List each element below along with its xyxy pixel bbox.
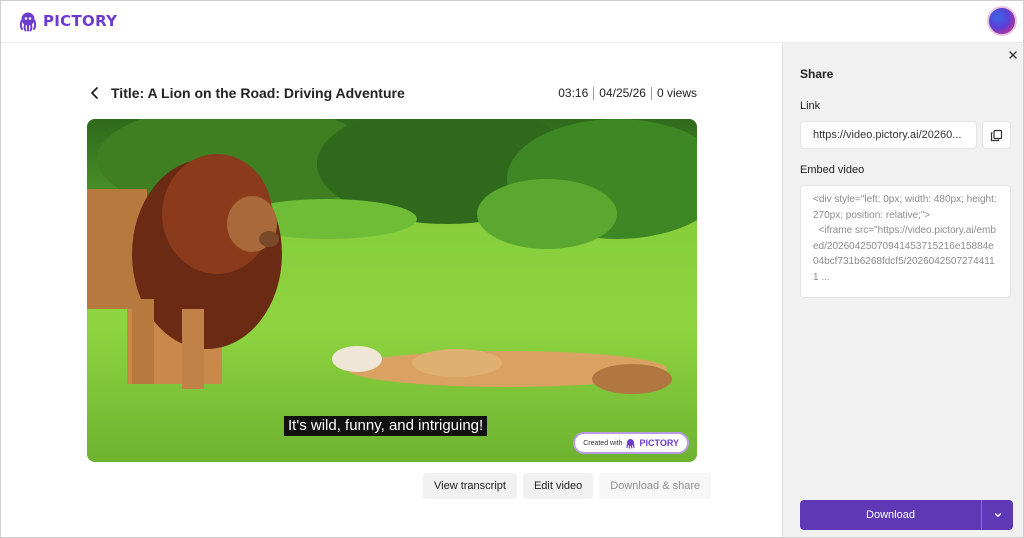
top-bar: PICTORY bbox=[1, 1, 1023, 43]
app-window: PICTORY Title: A Lion on the Road: Drivi… bbox=[0, 0, 1024, 538]
share-title: Share bbox=[800, 67, 834, 81]
video-views: 0 views bbox=[656, 86, 697, 100]
octopus-logo-icon bbox=[626, 438, 636, 449]
badge-prefix: Created with bbox=[583, 439, 623, 447]
download-button[interactable]: Download bbox=[800, 500, 981, 530]
share-link-field[interactable] bbox=[800, 121, 977, 149]
video-frame-lion-scene bbox=[87, 119, 697, 462]
download-share-button[interactable]: Download & share bbox=[599, 473, 712, 499]
octopus-logo-icon bbox=[19, 12, 37, 32]
video-caption: It's wild, funny, and intriguing! bbox=[284, 416, 488, 436]
edit-video-button[interactable]: Edit video bbox=[522, 473, 594, 499]
chevron-down-icon bbox=[994, 513, 1001, 517]
created-with-badge: Created with PICTORY bbox=[573, 432, 689, 454]
share-panel: Share Link Embed video <div style="left:… bbox=[782, 43, 1023, 537]
copy-icon bbox=[990, 129, 1003, 141]
copy-link-button[interactable] bbox=[982, 121, 1011, 149]
title-row: Title: A Lion on the Road: Driving Adven… bbox=[87, 83, 697, 103]
user-avatar[interactable] bbox=[987, 6, 1017, 36]
video-duration: 03:16 bbox=[558, 86, 589, 100]
embed-label: Embed video bbox=[800, 164, 865, 176]
download-split-button: Download bbox=[800, 500, 1013, 530]
back-chevron-icon[interactable] bbox=[87, 85, 103, 101]
link-label: Link bbox=[800, 100, 821, 112]
video-date: 04/25/26 bbox=[599, 86, 646, 100]
close-icon[interactable] bbox=[1007, 49, 1019, 61]
pictory-logo[interactable]: PICTORY bbox=[17, 10, 117, 32]
view-transcript-button[interactable]: View transcript bbox=[423, 473, 517, 499]
logo-text: PICTORY bbox=[43, 12, 118, 30]
video-title: Title: A Lion on the Road: Driving Adven… bbox=[111, 85, 405, 101]
badge-logo-text: PICTORY bbox=[639, 438, 679, 448]
video-meta: 03:16 04/25/26 0 views bbox=[558, 86, 697, 100]
main-content: Title: A Lion on the Road: Driving Adven… bbox=[1, 43, 782, 537]
meta-divider bbox=[650, 86, 652, 100]
video-actions: View transcript Edit video Download & sh… bbox=[423, 473, 712, 499]
download-options-button[interactable] bbox=[981, 500, 1013, 530]
meta-divider bbox=[593, 86, 595, 100]
video-player[interactable]: It's wild, funny, and intriguing! Create… bbox=[87, 119, 697, 462]
embed-code-field[interactable]: <div style="left: 0px; width: 480px; hei… bbox=[800, 185, 1011, 298]
